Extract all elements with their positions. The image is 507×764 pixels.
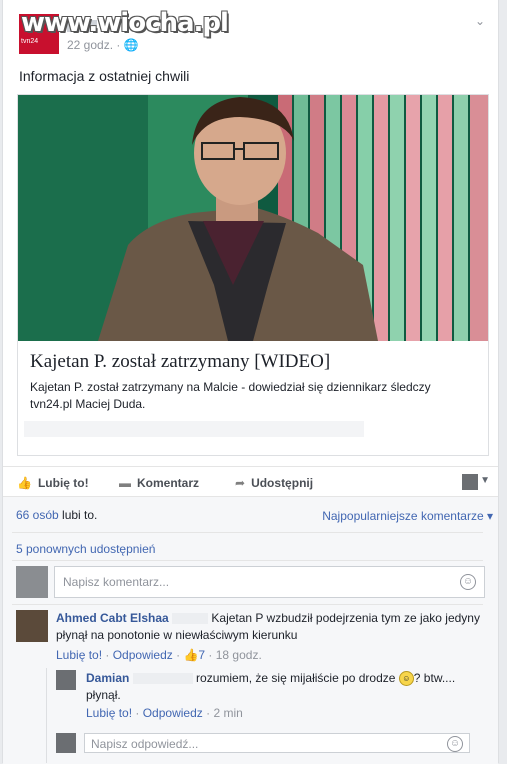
speech-bubble-icon: ▬ [119, 476, 131, 490]
post-timestamp[interactable]: 22 godz. · 🌐 [67, 38, 139, 52]
reply-like-link[interactable]: Lubię to! [86, 706, 132, 720]
reply-author-avatar[interactable] [56, 670, 76, 690]
reply-placeholder: Napisz odpowiedź... [91, 737, 199, 751]
viewer-avatar [16, 566, 48, 598]
reply-meta: Lubię to! · Odpowiedz · 2 min [86, 706, 243, 720]
link-title[interactable]: Kajetan P. został zatrzymany [WIDEO] [30, 351, 330, 373]
reply-author-name[interactable]: Damian [86, 671, 129, 685]
divider [12, 560, 483, 561]
reply-time[interactable]: 2 min [213, 706, 242, 720]
link-image[interactable] [18, 95, 488, 341]
link-preview[interactable]: Kajetan P. został zatrzymany [WIDEO] Kaj… [17, 94, 489, 456]
likes-suffix: lubi to. [58, 508, 98, 522]
comment-placeholder: Napisz komentarz... [63, 575, 170, 589]
divider [12, 532, 483, 533]
likes-summary[interactable]: 66 osób lubi to. [16, 508, 97, 522]
comment-body: Ahmed Cabt Elshaa Kajetan P wzbudził pod… [56, 610, 481, 644]
share-button[interactable]: ➦ Udostępnij [235, 476, 313, 490]
link-domain-redacted [24, 421, 364, 437]
comment-time[interactable]: 18 godz. [216, 648, 262, 662]
comment-author-avatar[interactable] [16, 610, 48, 642]
logo-text: tvn24 [21, 38, 39, 45]
comment-input[interactable]: Napisz komentarz... ☺ [54, 566, 485, 598]
reply-thread-line [46, 668, 47, 763]
comment-label: Komentarz [137, 476, 200, 490]
audience-avatar[interactable] [462, 474, 478, 490]
watermark: www.wiocha.pl [21, 8, 229, 38]
thumbs-up-icon: 👍 [17, 476, 32, 490]
divider [12, 604, 483, 605]
reply-reply-link[interactable]: Odpowiedz [143, 706, 203, 720]
like-button[interactable]: 👍 Lubię to! [17, 476, 89, 490]
author-name-redacted [172, 613, 209, 625]
post-status-text: Informacja z ostatniej chwili [19, 68, 190, 84]
comment-author-name[interactable]: Ahmed Cabt Elshaa [56, 611, 169, 625]
comment-like-count[interactable]: 👍7 [183, 648, 205, 662]
smiley-emoji-icon: ☺ [398, 671, 414, 687]
photo-illustration [18, 95, 488, 341]
caret-down-icon[interactable]: ▼ [480, 475, 490, 486]
like-count-value: 7 [198, 648, 206, 662]
action-bar: 👍 Lubię to! ▬ Komentarz ➦ Udostępnij ▼ [3, 466, 498, 497]
share-arrow-icon: ➦ [235, 476, 246, 490]
comment-meta: Lubię to! · Odpowiedz · 👍7 · 18 godz. [56, 648, 262, 662]
comment-button[interactable]: ▬ Komentarz [119, 476, 199, 490]
reply-input[interactable]: Napisz odpowiedź... ☺ [84, 733, 470, 753]
comment-reply-link[interactable]: Odpowiedz [113, 648, 173, 662]
comment-like-link[interactable]: Lubię to! [56, 648, 102, 662]
share-label: Udostępnij [251, 476, 314, 490]
shares-link[interactable]: 5 ponownych udostępnień [16, 542, 155, 556]
link-description: Kajetan P. został zatrzymany na Malcie -… [30, 380, 431, 411]
comment-sort-dropdown[interactable]: Najpopularniejsze komentarze ▾ [322, 509, 493, 523]
reply-body: Damian rozumiem, że się mijałiście po dr… [86, 670, 481, 704]
author-name-redacted [132, 673, 193, 685]
smiley-icon[interactable]: ☺ [447, 736, 463, 752]
likes-count[interactable]: 66 osób [16, 508, 59, 522]
like-label: Lubię to! [37, 476, 89, 490]
viewer-avatar-small [56, 733, 76, 753]
chevron-down-icon[interactable]: ⌄ [472, 14, 488, 30]
smiley-icon[interactable]: ☺ [460, 574, 476, 590]
thumbs-up-icon: 👍 [183, 648, 199, 662]
reply-text-a: rozumiem, że się mijałiście po drodze [196, 671, 396, 685]
